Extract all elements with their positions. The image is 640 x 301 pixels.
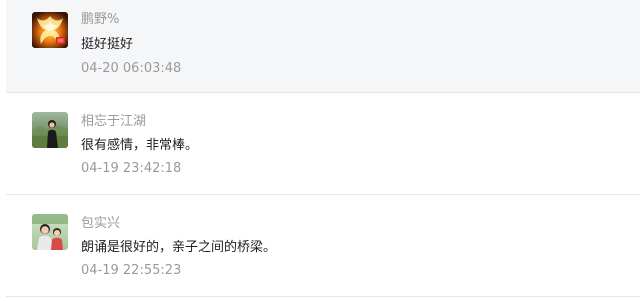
comment-item: 鹏野% 挺好挺好 04-20 06:03:48 [6, 0, 640, 93]
comment-item: 包实兴 朗诵是很好的，亲子之间的桥梁。 04-19 22:55:23 [6, 196, 640, 297]
phoenix-avatar-icon[interactable] [32, 12, 68, 48]
comment-username[interactable]: 包实兴 [81, 216, 120, 232]
comment-username[interactable]: 相忘于江湖 [81, 114, 146, 130]
comment-timestamp: 04-19 23:42:18 [81, 161, 182, 176]
person-photo-avatar-icon[interactable] [32, 112, 68, 148]
comment-list: 鹏野% 挺好挺好 04-20 06:03:48 相忘于江湖 很有感情，非常棒。 … [0, 0, 640, 301]
comment-username[interactable]: 鹏野% [81, 12, 119, 28]
comment-timestamp: 04-19 22:55:23 [81, 263, 182, 278]
comment-content: 挺好挺好 [81, 37, 134, 52]
comment-item: 相忘于江湖 很有感情，非常棒。 04-19 23:42:18 [6, 94, 640, 195]
comment-content: 朗诵是很好的，亲子之间的桥梁。 [81, 240, 277, 255]
person-photo-avatar-icon[interactable] [32, 214, 68, 250]
comment-timestamp: 04-20 06:03:48 [81, 61, 182, 76]
comment-content: 很有感情，非常棒。 [81, 138, 199, 153]
